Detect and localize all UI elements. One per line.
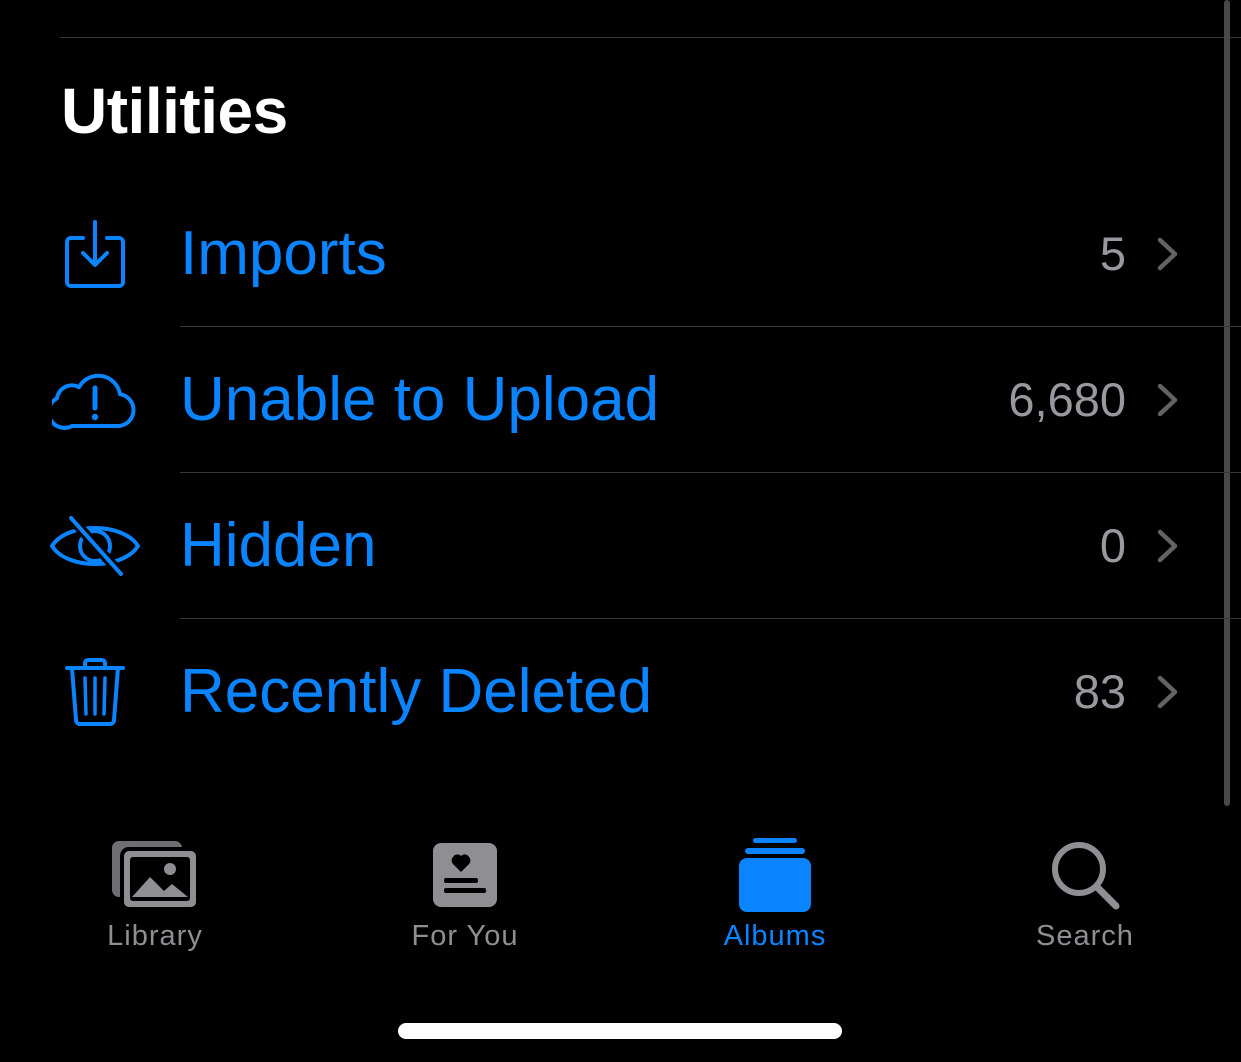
tab-search[interactable]: Search [930, 820, 1240, 970]
tab-bar: Library For You Albums Search [0, 820, 1241, 980]
chevron-right-icon [1157, 675, 1178, 709]
albums-stack-icon [725, 830, 825, 920]
home-indicator[interactable] [398, 1023, 842, 1039]
row-label: Imports [180, 219, 387, 288]
magnifying-glass-icon [1035, 830, 1135, 920]
row-count: 5 [1099, 227, 1126, 280]
tab-label: Albums [723, 920, 827, 952]
utilities-list: Imports 5 Unable to Upload 6,680 Hidden … [0, 181, 1241, 765]
cloud-exclamation-icon [48, 358, 142, 442]
for-you-card-icon [415, 830, 515, 920]
row-count: 6,680 [1008, 373, 1126, 426]
utilities-row-hidden[interactable]: Hidden 0 [0, 473, 1241, 619]
utilities-row-recently-deleted[interactable]: Recently Deleted 83 [0, 619, 1224, 765]
eye-slash-icon [48, 504, 142, 588]
row-label: Hidden [180, 511, 377, 580]
row-count: 0 [1099, 519, 1126, 572]
tab-label: For You [411, 920, 519, 952]
top-divider [60, 37, 1241, 38]
photos-stack-icon [105, 830, 205, 920]
section-title: Utilities [61, 75, 288, 147]
chevron-right-icon [1157, 529, 1178, 563]
import-tray-icon [48, 212, 142, 296]
tab-albums[interactable]: Albums [620, 820, 930, 970]
row-label: Recently Deleted [180, 657, 653, 726]
tab-library[interactable]: Library [0, 820, 310, 970]
scroll-indicator[interactable] [1224, 0, 1230, 806]
tab-label: Library [107, 920, 203, 952]
tab-for-you[interactable]: For You [310, 820, 620, 970]
chevron-right-icon [1157, 237, 1178, 271]
trash-icon [48, 650, 142, 734]
utilities-row-unable-to-upload[interactable]: Unable to Upload 6,680 [0, 327, 1241, 473]
utilities-row-imports[interactable]: Imports 5 [0, 181, 1241, 327]
row-label: Unable to Upload [180, 365, 660, 434]
tab-label: Search [1036, 920, 1134, 952]
row-count: 83 [1073, 665, 1126, 718]
chevron-right-icon [1157, 383, 1178, 417]
